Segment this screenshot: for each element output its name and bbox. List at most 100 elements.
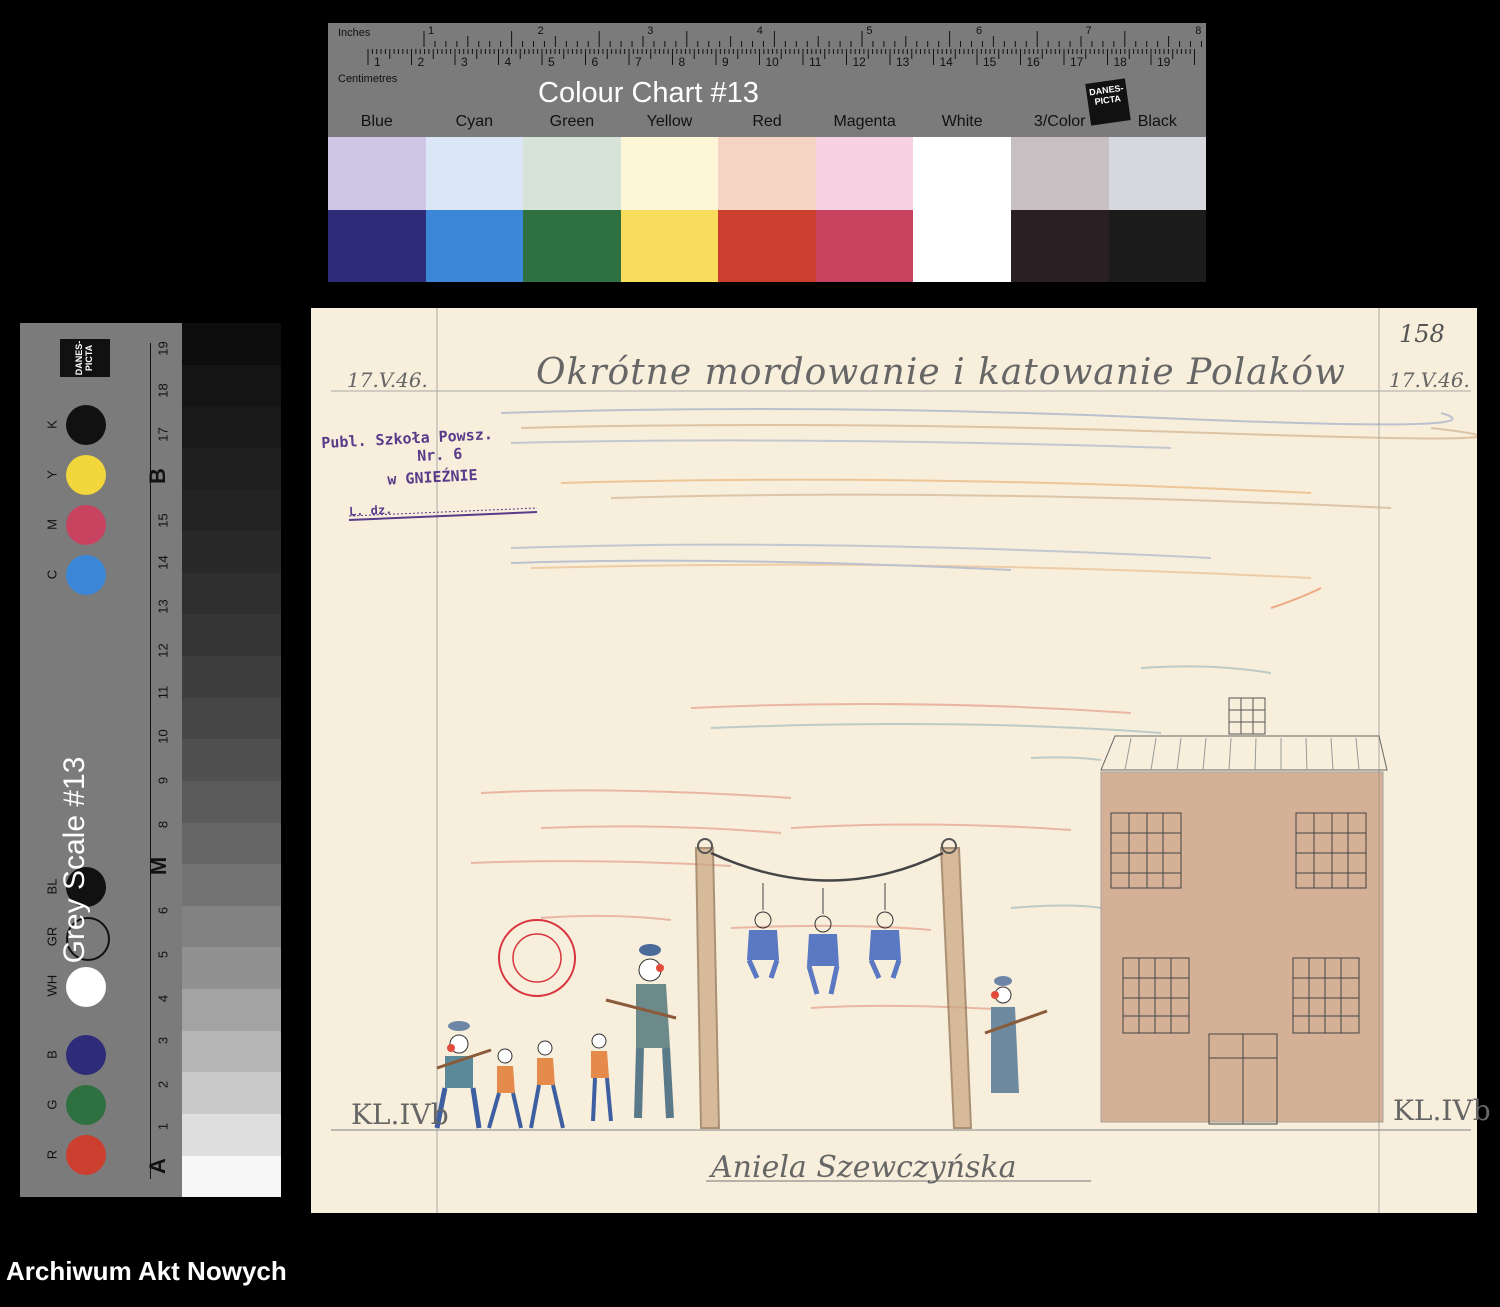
cm-number: 11 [809,55,822,69]
swatch-light [718,137,816,210]
school-stamp: Publ. Szkoła Powsz. Nr. 6 w GNIEŹNIE L. … [321,422,555,520]
drawing-paper: 17.V.46. 17.V.46. 158 Okrótne mordowanie… [311,308,1491,1213]
swatch-name: Cyan [455,113,494,130]
date-left: 17.V.46. [347,368,428,392]
cm-number: 16 [1026,55,1040,69]
cm-number: 8 [678,55,686,69]
grey-step [182,489,281,532]
grey-scale-number: 14 [155,555,171,570]
grey-scale-number: 2 [155,1080,171,1089]
swatch-light [1108,137,1207,210]
grey-step [182,447,281,490]
grey-scale-letter: A [144,1158,170,1174]
cm-number: 13 [896,55,910,69]
grey-scale-number: 12 [155,643,171,658]
grey-scale-number: 18 [155,383,171,398]
drawing-title: Okrótne mordowanie i katowanie Polaków [536,352,1346,393]
swatch-column [620,137,719,282]
grey-scale-number: 13 [155,599,171,614]
inch-number: 1 [428,25,435,37]
cm-number: 10 [765,55,779,69]
class-label-left: KL.IVb [351,1098,449,1131]
inch-number: 7 [1085,25,1092,37]
class-label-right: KL.IVb [1393,1094,1491,1127]
centimetres-label: Centimetres [338,73,398,85]
caption-bar: Archiwum Akt Nowych [0,1232,1500,1307]
inches-label: Inches [338,27,371,39]
swatch-dark [815,209,914,282]
cm-number: 7 [635,55,642,69]
grey-step [182,656,281,698]
cm-number: 4 [504,55,512,69]
cm-number: 14 [939,55,953,69]
hanged-figures [746,883,902,995]
cm-number: 17 [1070,55,1084,69]
cm-number: 5 [548,55,555,69]
grey-step [182,364,281,407]
cm-number: 2 [417,55,425,69]
grey-scale-number: 17 [155,427,171,442]
swatch-name: Yellow [646,113,693,130]
grey-scale-number: 15 [155,513,171,528]
grey-scale-dot [66,405,106,445]
swatch-dark [1010,209,1109,282]
swatch-light [328,137,426,210]
swatch-column [815,137,914,282]
date-right: 17.V.46. [1389,368,1470,392]
cm-number: 15 [983,55,997,69]
swatch-dark [718,209,816,282]
grey-scale-number: 4 [155,994,171,1003]
swatch-name: Blue [360,113,393,130]
grey-scale-dot-label: G [44,1099,60,1110]
grey-scale-dot-label: B [44,1050,60,1059]
swatch-dark [523,209,621,282]
grey-step [182,989,281,1031]
swatch-light [913,137,1011,210]
cm-number: 18 [1113,55,1127,69]
grey-step [182,406,281,448]
cm-number: 12 [852,55,866,69]
swatch-light [425,137,524,210]
swatch-column [328,137,426,282]
inch-number: 2 [537,25,544,37]
swatch-dark [328,209,426,282]
grey-scale-number: 3 [155,1036,171,1045]
grey-scale-dot-label: WH [44,974,60,997]
grey-scale-number: 9 [155,776,171,785]
swatch-column [523,137,621,282]
swatch-name: 3/Color [1033,113,1086,130]
signature: Aniela Szewczyńska [711,1150,1017,1185]
prison-building [1100,697,1388,1125]
swatch-light [620,137,719,210]
grey-step [182,531,281,573]
swatch-names: Blue Cyan Green Yellow Red Magenta White 3/Colo… [328,113,1206,135]
grey-step [182,1113,281,1156]
inch-number: 3 [647,25,654,37]
swatch-light [523,137,621,210]
grey-scale-number: 5 [155,950,171,959]
grey-scale-number: 1 [155,1122,171,1131]
inch-number: 4 [756,25,763,37]
grey-step [182,822,281,865]
grey-strip [182,323,281,1198]
grey-scale-dot [66,505,106,545]
swatch-name: Green [549,113,595,130]
grey-scale-title: Grey Scale #13 [58,756,91,964]
grey-scale-dot-label: K [44,420,60,429]
cm-number: 9 [722,55,729,69]
grey-step [182,905,281,948]
swatch-name: Magenta [833,113,896,130]
grey-scale-number: 10 [155,729,171,744]
grey-scale-dot-label: C [44,569,60,580]
page-number: 158 [1399,320,1445,348]
grey-scale-card: DANES-PICTA K Y M C BL GR WH B G R 19 18 17 15 14 13 12… [20,323,281,1198]
swatch-column [718,137,816,282]
grey-step [182,1030,281,1073]
grey-step [182,697,281,740]
grey-scale-letter: B [144,468,170,484]
swatch-dark [620,209,719,282]
grey-scale-dot [66,1035,106,1075]
grey-scale-dot [66,1135,106,1175]
swatch-column [913,137,1011,282]
archive-label: Archiwum Akt Nowych [6,1256,287,1286]
